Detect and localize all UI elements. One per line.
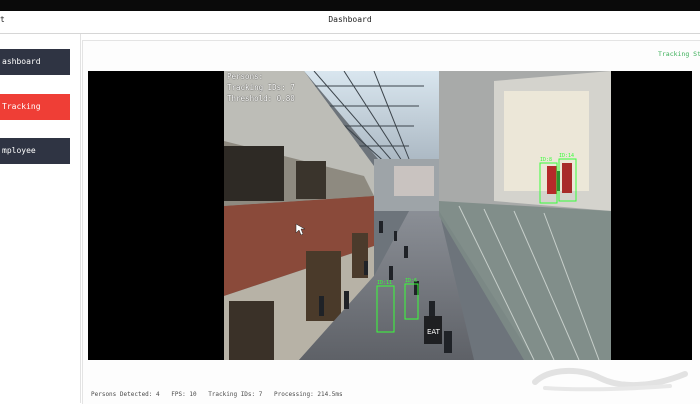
sidebar-item-tracking[interactable]: Tracking [0,94,70,120]
sidebar: ashboard Tracking mployee [0,34,81,403]
sidebar-item-label: ashboard [2,57,41,66]
window-top-bar [0,0,700,11]
overlay-tracking-ids: Tracking IDs: 7 [227,83,295,92]
page-title: Dashboard [328,15,372,24]
video-feed[interactable]: EAT ID:11 ID:6 ID:8 ID:14 Persons: Track… [88,71,692,360]
detection-label: ID:11 [377,280,392,286]
watermark-logo [532,367,688,392]
detection-label: ID:8 [540,157,552,163]
main-panel: Tracking St EAT ID:11 ID:6 ID:8 ID:14 Pe… [82,40,700,404]
sidebar-item-label: Tracking [2,102,41,111]
tracking-status-label: Tracking St [657,50,700,58]
tracking-ids-stat: Tracking IDs: 7 [208,391,263,398]
sidebar-item-label: mployee [2,146,36,155]
svg-text:EAT: EAT [427,328,441,336]
mall-scene-image: EAT ID:11 ID:6 ID:8 ID:14 [224,71,611,360]
detection-label: ID:6 [405,278,417,284]
overlay-threshold: Threshold: 0.80 [227,94,295,103]
persons-detected-stat: Persons Detected: 4 [91,391,160,398]
fps-stat: FPS: 10 [171,391,197,398]
sidebar-item-employee[interactable]: mployee [0,138,70,164]
status-bar: Persons Detected: 4 FPS: 10 Tracking IDs… [91,391,351,398]
overlay-persons: Persons: [227,72,264,81]
app-header: t Dashboard [0,11,700,34]
sidebar-item-dashboard[interactable]: ashboard [0,49,70,75]
processing-stat: Processing: 214.5ms [274,391,343,398]
detection-label: ID:14 [559,153,574,159]
